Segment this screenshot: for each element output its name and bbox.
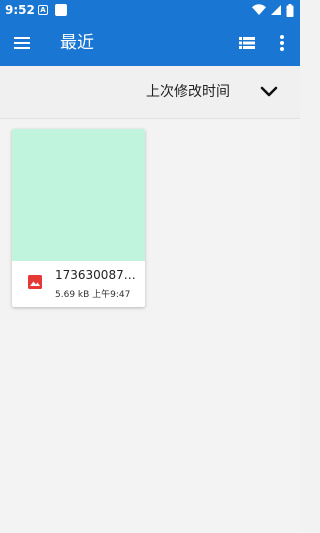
battery-icon [286,3,294,17]
file-meta: 5.69 kB 上午9:47 [55,290,131,300]
more-vert-icon[interactable] [274,33,290,53]
menu-icon[interactable] [12,33,32,53]
app-bar: 最近 [0,20,300,66]
image-file-icon [28,275,42,289]
notification-square-icon [55,4,67,16]
status-bar: 9:52 A [0,0,300,20]
sort-label[interactable]: 上次修改时间 [146,66,230,118]
notification-a-icon: A [38,5,48,15]
chevron-down-icon[interactable] [259,83,279,101]
file-grid: 173630087… 5.69 kB 上午9:47 [0,119,300,533]
page-title: 最近 [60,33,94,53]
list-view-icon[interactable] [238,34,256,52]
file-card[interactable]: 173630087… 5.69 kB 上午9:47 [12,129,145,307]
cellular-icon [271,5,281,15]
file-thumbnail[interactable] [12,129,145,261]
wifi-icon [252,4,266,15]
status-time: 9:52 [5,3,35,17]
system-icons [252,3,294,17]
file-name: 173630087… [55,268,136,282]
sort-bar: 上次修改时间 [0,66,300,119]
